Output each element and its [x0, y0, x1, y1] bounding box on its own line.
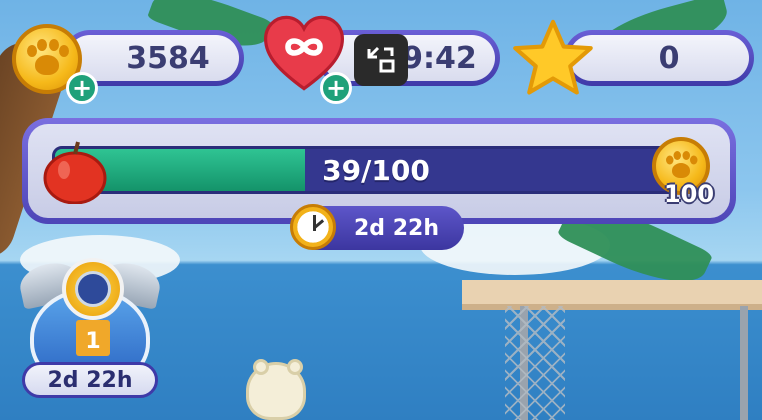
badge-timer: 2d 22h: [22, 362, 158, 398]
add-coins-button[interactable]: +: [66, 72, 98, 104]
event-timer-label: 2d 22h: [354, 215, 439, 241]
event-progress-bar: 39/100: [52, 146, 700, 194]
stars-value: 0: [658, 40, 680, 76]
stopwatch-icon: [290, 204, 336, 250]
coins-value: 3584: [126, 40, 210, 76]
star-icon: [512, 18, 594, 98]
badge-rank: 1: [85, 329, 101, 354]
exit-fullscreen-icon[interactable]: [354, 34, 408, 86]
hut-post: [740, 306, 748, 420]
add-lives-button[interactable]: +: [320, 72, 352, 104]
pet-character: [246, 359, 306, 420]
event-progress-label: 39/100: [322, 153, 430, 187]
hut-truss: [505, 306, 565, 420]
badge-timer-label: 2d 22h: [47, 367, 133, 393]
winged-medal-icon: [62, 258, 124, 320]
reward-amount: 100: [663, 180, 715, 208]
apple-icon: [40, 138, 110, 205]
